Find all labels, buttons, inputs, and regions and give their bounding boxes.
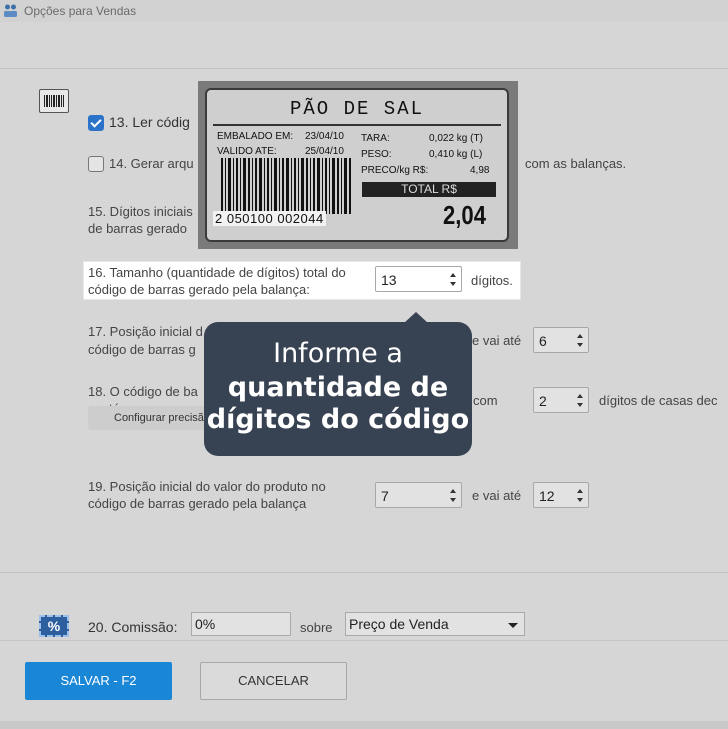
label-price-label: PRECO/kg R$: xyxy=(361,165,429,176)
chevron-up-icon[interactable] xyxy=(450,489,456,493)
label-total-value: 2,04 xyxy=(443,200,487,230)
label-tare-label: TARA: xyxy=(361,133,390,144)
opt14-label: 14. Gerar arqu xyxy=(109,156,194,171)
opt13-checkbox[interactable] xyxy=(88,115,104,131)
save-button[interactable]: SALVAR - F2 xyxy=(25,662,172,700)
label-weight-value: 0,410 kg (L) xyxy=(429,149,483,160)
label-tare-value: 0,022 kg (T) xyxy=(429,133,483,144)
opt18-suffix: dígitos de casas dec xyxy=(599,393,718,408)
stepper-value: 12 xyxy=(539,488,555,504)
opt16-label-line1: 16. Tamanho (quantidade de dígitos) tota… xyxy=(88,265,346,280)
opt17-end-stepper[interactable]: 6 xyxy=(533,327,589,353)
stepper-value: 2 xyxy=(539,393,547,409)
opt13-label: 13. Ler códig xyxy=(109,114,190,130)
chevron-up-icon[interactable] xyxy=(450,273,456,277)
people-icon xyxy=(4,4,17,17)
opt17-connector: e vai até xyxy=(472,333,522,348)
scale-label-illustration: PÃO DE SAL EMBALADO EM: 23/04/10 VALIDO … xyxy=(198,81,518,249)
opt20-connector: sobre xyxy=(300,620,333,635)
barcode-length-stepper[interactable]: 13 xyxy=(375,266,462,292)
opt19-start-stepper[interactable]: 7 xyxy=(375,482,462,508)
divider xyxy=(0,572,728,573)
tooltip-line1: Informe a xyxy=(273,338,403,369)
divider xyxy=(0,68,728,69)
tooltip-line2: quantidade de xyxy=(227,372,449,403)
commission-base-select[interactable]: Preço de Venda xyxy=(345,612,525,636)
opt16-label-line2: código de barras gerado pela balança: xyxy=(88,282,310,297)
opt14-checkbox[interactable] xyxy=(88,156,104,172)
opt19-end-stepper[interactable]: 12 xyxy=(533,482,589,508)
commission-input[interactable]: 0% xyxy=(191,612,291,636)
chevron-down-icon[interactable] xyxy=(450,498,456,502)
chevron-down-icon[interactable] xyxy=(450,282,456,286)
opt17-label-line1: 17. Posição inicial d xyxy=(88,324,203,339)
select-value: Preço de Venda xyxy=(349,616,449,632)
label-barcode-number: 2 050100 002044 xyxy=(213,211,326,226)
stepper-value: 6 xyxy=(539,333,547,349)
chevron-up-icon[interactable] xyxy=(577,334,583,338)
chevron-up-icon[interactable] xyxy=(577,489,583,493)
barcode-icon xyxy=(221,158,351,214)
chevron-up-icon[interactable] xyxy=(577,394,583,398)
opt19-label-line2: código de barras gerado pela balança xyxy=(88,496,307,511)
window-title: Opções para Vendas xyxy=(24,4,137,18)
help-tooltip: Informe a quantidade de dígitos do códig… xyxy=(204,312,472,456)
opt19-label-line1: 19. Posição inicial do valor do produto … xyxy=(88,479,326,494)
label-total-label: TOTAL R$ xyxy=(362,182,496,197)
decimal-digits-stepper[interactable]: 2 xyxy=(533,387,589,413)
barcode-icon xyxy=(39,89,69,113)
percent-icon: % xyxy=(39,615,69,637)
label-valid-date: 25/04/10 xyxy=(305,146,344,157)
tooltip-arrow xyxy=(404,312,428,323)
opt14-label-end: com as balanças. xyxy=(525,156,627,171)
label-product-name: PÃO DE SAL xyxy=(289,98,425,120)
opt16-suffix: dígitos. xyxy=(471,273,513,288)
opt20-label: 20. Comissão: xyxy=(88,619,178,635)
scale-label-card: PÃO DE SAL EMBALADO EM: 23/04/10 VALIDO … xyxy=(205,88,509,242)
cancel-button[interactable]: CANCELAR xyxy=(200,662,347,700)
opt15-label-line2: de barras gerado xyxy=(88,221,188,236)
chevron-down-icon[interactable] xyxy=(577,403,583,407)
opt17-label-line2: código de barras g xyxy=(88,342,196,357)
title-bar: Opções para Vendas xyxy=(0,0,728,22)
opt18-label-line1: 18. O código de ba xyxy=(88,384,198,399)
chevron-down-icon[interactable] xyxy=(577,498,583,502)
opt18-connector: com xyxy=(473,393,498,408)
tooltip-line3: dígitos do código xyxy=(206,404,470,435)
chevron-down-icon xyxy=(508,623,518,628)
label-packed-label: EMBALADO EM: xyxy=(217,131,294,142)
label-price-value: 4,98 xyxy=(470,165,490,176)
opt19-connector: e vai até xyxy=(472,488,522,503)
stepper-value: 13 xyxy=(381,272,397,288)
label-packed-date: 23/04/10 xyxy=(305,131,344,142)
label-divider xyxy=(213,124,501,126)
label-weight-label: PESO: xyxy=(361,149,392,160)
stepper-value: 7 xyxy=(381,488,389,504)
label-valid-label: VALIDO ATE: xyxy=(217,146,277,157)
chevron-down-icon[interactable] xyxy=(577,343,583,347)
opt15-label-line1: 15. Dígitos iniciais xyxy=(88,204,193,219)
